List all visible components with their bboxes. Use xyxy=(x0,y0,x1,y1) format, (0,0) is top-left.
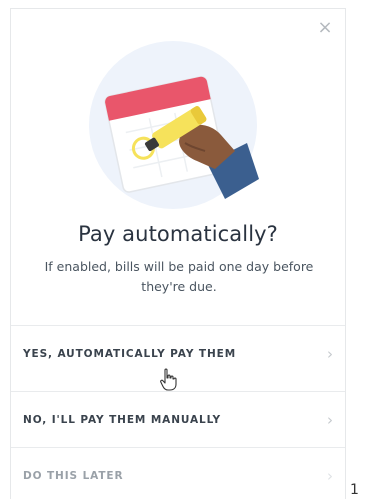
chevron-right-icon: › xyxy=(327,410,333,429)
do-this-later-label: DO THIS LATER xyxy=(23,469,124,482)
chevron-right-icon: › xyxy=(327,466,333,485)
no-manual-option[interactable]: NO, I'LL PAY THEM MANUALLY › xyxy=(11,391,345,447)
yes-autopay-label: YES, AUTOMATICALLY PAY THEM xyxy=(23,347,237,360)
autopay-dialog: × Pay automatically? If enabled, bills w… xyxy=(10,8,346,499)
dialog-description: If enabled, bills will be paid one day b… xyxy=(44,259,314,294)
hand-pointer-cursor-icon xyxy=(160,368,177,391)
close-icon[interactable]: × xyxy=(317,19,333,37)
do-this-later-option[interactable]: DO THIS LATER › xyxy=(11,447,345,503)
edge-number-text: 1 xyxy=(350,482,359,498)
chevron-right-icon: › xyxy=(327,344,333,363)
no-manual-label: NO, I'LL PAY THEM MANUALLY xyxy=(23,413,222,426)
dialog-title: Pay automatically? xyxy=(78,222,278,246)
calendar-hand-illustration xyxy=(89,41,259,209)
